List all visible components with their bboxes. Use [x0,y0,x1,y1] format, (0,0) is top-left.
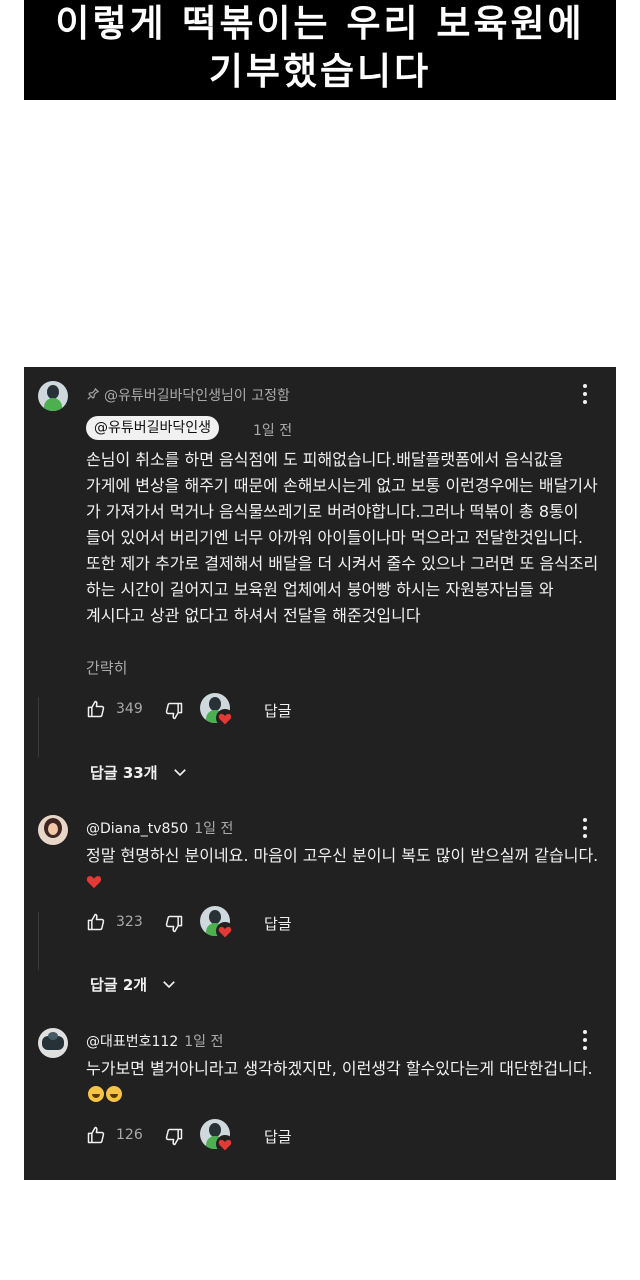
heart-icon [86,876,102,889]
title-banner: 이렇게 떡볶이는 우리 보육원에 기부했습니다 [24,0,616,100]
like-count: 323 [116,914,143,930]
chevron-down-icon [163,981,176,989]
comment-time: 1일 전 [253,423,293,439]
comment-text: 누가보면 별거아니라고 생각하겠지만, 이런생각 할수있다는게 대단한겁니다. [86,1056,606,1108]
more-vert-icon[interactable] [582,382,588,406]
more-vert-icon[interactable] [582,1028,588,1052]
comment-text: 정말 현명하신 분이네요. 마음이 고우신 분이니 복도 많이 받으실꺼 같습니… [86,843,606,895]
more-vert-icon[interactable] [582,816,588,840]
heart-icon [218,1139,232,1151]
banner-line-1: 이렇게 떡볶이는 우리 보육원에 [55,2,585,45]
comment-author[interactable]: @대표번호112 1일 전 [86,1031,223,1051]
pin-icon [87,388,99,400]
pinned-label: @유튜버길바닥인생님이 고정함 [104,388,290,404]
heart-icon [218,926,232,938]
creator-heart-badge [200,906,234,940]
view-replies-button[interactable]: 답글 33개 [90,762,189,783]
comments-panel: @유튜버길바닥인생님이 고정함 @유튜버길바닥인생 1일 전 손님이 취소를 하… [24,367,616,1180]
comment-text: 손님이 취소를 하면 음식점에 도 피해없습니다.배달플랫폼에서 음식값을 가게… [86,450,599,625]
thumb-up-icon[interactable] [86,912,106,932]
thumb-down-icon[interactable] [164,914,184,934]
avatar[interactable] [38,381,68,411]
creator-heart-badge [200,1119,234,1153]
like-count: 126 [116,1127,143,1143]
thread-line [38,697,39,757]
thumb-down-icon[interactable] [164,1127,184,1147]
comment-author[interactable]: @Diana_tv850 1일 전 [86,818,233,838]
comment-time: 1일 전 [184,1034,224,1050]
avatar[interactable] [38,815,68,845]
author-handle[interactable]: @Diana_tv850 [86,821,188,837]
reply-button[interactable]: 답글 [264,700,292,721]
reply-button[interactable]: 답글 [264,1126,292,1147]
thread-line [38,912,39,970]
thumb-up-icon[interactable] [86,1125,106,1145]
banner-line-2: 기부했습니다 [208,50,432,93]
grinning-emoji-icon [106,1086,122,1102]
comment-text-body: 정말 현명하신 분이네요. 마음이 고우신 분이니 복도 많이 받으실꺼 같습니… [86,846,599,865]
replies-label: 답글 2개 [90,976,148,994]
comment-text-body: 누가보면 별거아니라고 생각하겠지만, 이런생각 할수있다는게 대단한겁니다. [86,1059,593,1078]
view-replies-button[interactable]: 답글 2개 [90,974,178,995]
thumb-down-icon[interactable] [164,701,184,721]
replies-label: 답글 33개 [90,764,158,782]
chevron-down-icon [173,769,186,777]
show-less-link[interactable]: 간략히 [86,657,127,678]
grinning-emoji-icon [88,1086,104,1102]
reply-button[interactable]: 답글 [264,913,292,934]
like-count: 349 [116,701,143,717]
creator-heart-badge [200,693,234,727]
heart-icon [218,713,232,725]
thumb-up-icon[interactable] [86,699,106,719]
comment-time: 1일 전 [194,821,234,837]
author-handle[interactable]: @대표번호112 [86,1034,178,1050]
avatar[interactable] [38,1028,68,1058]
author-handle-pill[interactable]: @유튜버길바닥인생 [86,416,220,440]
